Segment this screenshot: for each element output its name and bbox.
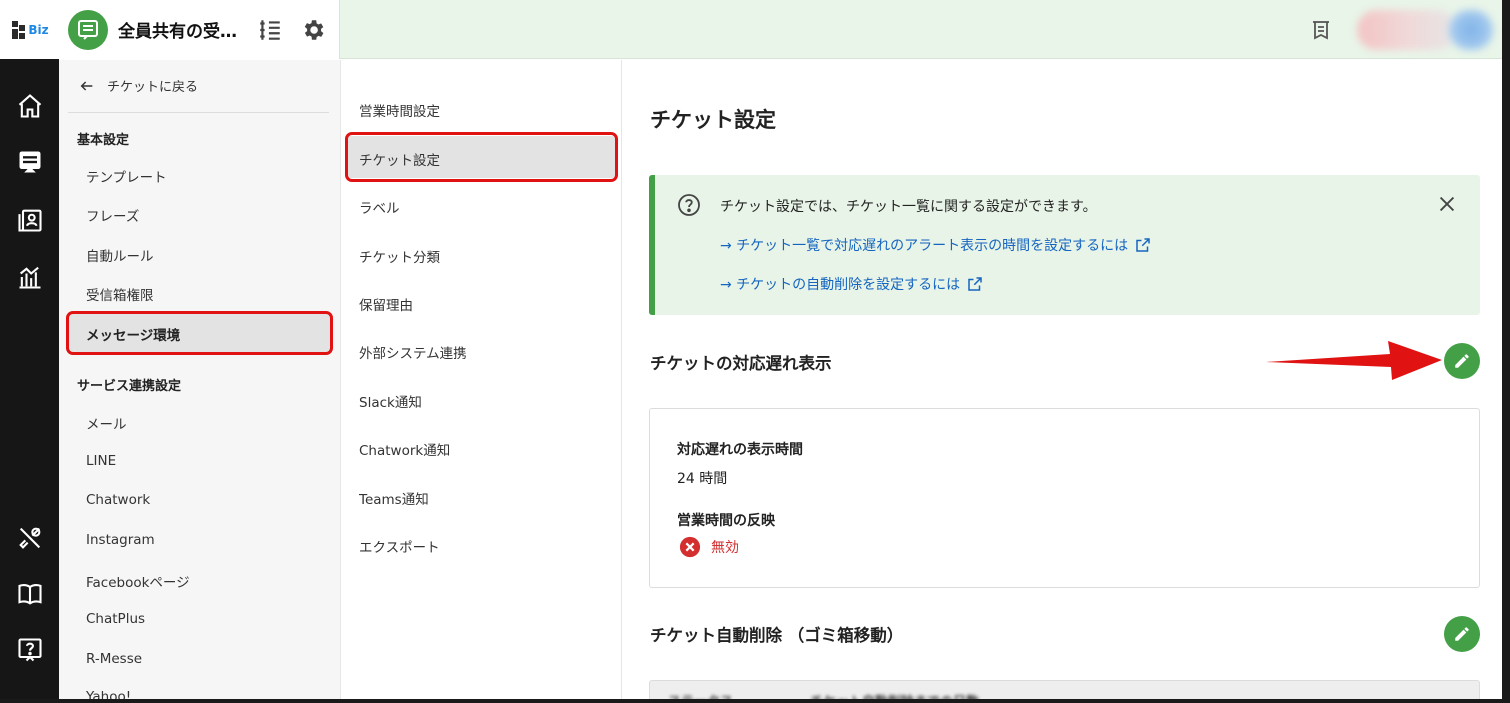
arrow-left-icon — [80, 80, 93, 91]
help-icon[interactable] — [14, 634, 46, 666]
divider — [68, 112, 329, 113]
external-link-icon — [1136, 238, 1150, 252]
delay-time-label: 対応遅れの表示時間 — [677, 442, 803, 458]
subnav-hold-reasons[interactable]: 保留理由 — [359, 294, 413, 314]
contacts-icon[interactable] — [14, 204, 46, 236]
subnav-slack[interactable]: Slack通知 — [359, 391, 422, 411]
inbox-icon[interactable] — [14, 146, 46, 178]
highlight-box — [345, 132, 618, 182]
status-text: 無効 — [711, 540, 739, 556]
section-auto-delete-title: チケット自動削除 （ゴミ箱移動） — [650, 626, 904, 645]
section-delay-display-title: チケットの対応遅れ表示 — [650, 354, 832, 373]
app-logo[interactable]: Biz — [0, 0, 59, 59]
close-icon[interactable] — [1436, 193, 1458, 215]
highlight-box — [66, 311, 333, 355]
nav-item-r-messe[interactable]: R-Messe — [86, 651, 142, 667]
nav-item-phrases[interactable]: フレーズ — [86, 205, 139, 225]
logo-mark-icon — [10, 19, 26, 41]
avatar[interactable] — [1449, 10, 1493, 50]
delay-display-card: 対応遅れの表示時間 24 時間 営業時間の反映 無効 — [649, 408, 1480, 588]
book-icon[interactable] — [14, 578, 46, 610]
auto-delete-table-header: ステータス チケット自動削除までの日数 — [649, 680, 1480, 699]
left-rail: Biz — [0, 0, 59, 699]
subnav-external-systems[interactable]: 外部システム連携 — [359, 342, 467, 362]
gear-icon[interactable] — [299, 16, 327, 44]
home-icon[interactable] — [14, 90, 46, 122]
info-link-delay-alert[interactable]: → チケット一覧で対応遅れのアラート表示の時間を設定するには — [720, 235, 1152, 255]
logo-text: Biz — [28, 22, 49, 37]
user-name[interactable] — [1357, 10, 1457, 50]
external-link-icon — [968, 277, 982, 291]
section-service-integration: サービス連携設定 — [77, 379, 182, 394]
annotation-arrow — [1266, 341, 1442, 380]
help-circle-icon — [678, 194, 700, 216]
pencil-icon — [1455, 627, 1469, 641]
inbox-switcher[interactable]: 全員共有の受… — [59, 0, 340, 59]
column-status: ステータス — [668, 691, 733, 699]
back-label: チケットに戻る — [107, 80, 199, 95]
analytics-icon[interactable] — [14, 261, 46, 293]
subnav-chatwork[interactable]: Chatwork通知 — [359, 439, 450, 459]
edit-delay-display-button[interactable] — [1444, 343, 1480, 379]
nav-item-inbox-permissions[interactable]: 受信箱権限 — [86, 284, 154, 304]
settings-nav: チケットに戻る 基本設定 テンプレート フレーズ 自動ルール 受信箱権限 メッセ… — [59, 60, 341, 699]
page-title: チケット設定 — [650, 108, 776, 132]
message-icon — [68, 9, 108, 50]
info-banner: チケット設定では、チケット一覧に関する設定ができます。 → チケット一覧で対応遅… — [649, 175, 1480, 315]
nav-item-auto-rules[interactable]: 自動ルール — [86, 245, 154, 265]
x-circle-icon — [679, 536, 701, 558]
nav-item-yahoo[interactable]: Yahoo! — [86, 689, 131, 699]
nav-item-instagram[interactable]: Instagram — [86, 532, 155, 548]
nav-item-mail[interactable]: メール — [86, 413, 127, 433]
list-icon[interactable] — [256, 16, 284, 44]
tools-icon[interactable] — [14, 522, 46, 554]
notification-icon[interactable] — [1307, 16, 1335, 44]
pencil-icon — [1455, 354, 1469, 368]
subnav-business-hours[interactable]: 営業時間設定 — [359, 100, 440, 120]
inbox-title: 全員共有の受… — [118, 22, 237, 42]
nav-item-templates[interactable]: テンプレート — [86, 166, 167, 186]
subnav-ticket-categories[interactable]: チケット分類 — [359, 246, 440, 266]
nav-item-facebook[interactable]: Facebookページ — [86, 571, 190, 591]
ticket-settings-subnav: 営業時間設定 チケット設定 ラベル チケット分類 保留理由 外部システム連携 S… — [341, 60, 622, 699]
business-hours-reflect-status: 無効 — [679, 536, 739, 558]
business-hours-reflect-label: 営業時間の反映 — [677, 513, 775, 529]
subnav-labels[interactable]: ラベル — [359, 197, 400, 217]
top-header: 全員共有の受… — [59, 0, 1502, 59]
nav-item-chatwork[interactable]: Chatwork — [86, 492, 150, 508]
section-basic-settings: 基本設定 — [77, 133, 130, 148]
back-to-tickets-link[interactable]: チケットに戻る — [79, 76, 198, 95]
info-link-auto-delete[interactable]: → チケットの自動削除を設定するには — [720, 274, 984, 294]
column-days-until-delete: チケット自動削除までの日数 — [810, 691, 979, 699]
nav-item-chatplus[interactable]: ChatPlus — [86, 611, 145, 627]
info-link-text: → チケット一覧で対応遅れのアラート表示の時間を設定するには — [720, 238, 1129, 254]
subnav-teams[interactable]: Teams通知 — [359, 488, 429, 508]
edit-auto-delete-button[interactable] — [1444, 616, 1480, 652]
info-link-text: → チケットの自動削除を設定するには — [720, 277, 961, 293]
subnav-export[interactable]: エクスポート — [359, 536, 440, 556]
delay-time-value: 24 時間 — [677, 471, 728, 487]
info-text: チケット設定では、チケット一覧に関する設定ができます。 — [720, 199, 1097, 215]
nav-item-line[interactable]: LINE — [86, 453, 116, 469]
app-window: Biz 全員共有の受… チケットに戻る 基本設定 テンプレート フレーズ 自動ル… — [0, 0, 1502, 699]
